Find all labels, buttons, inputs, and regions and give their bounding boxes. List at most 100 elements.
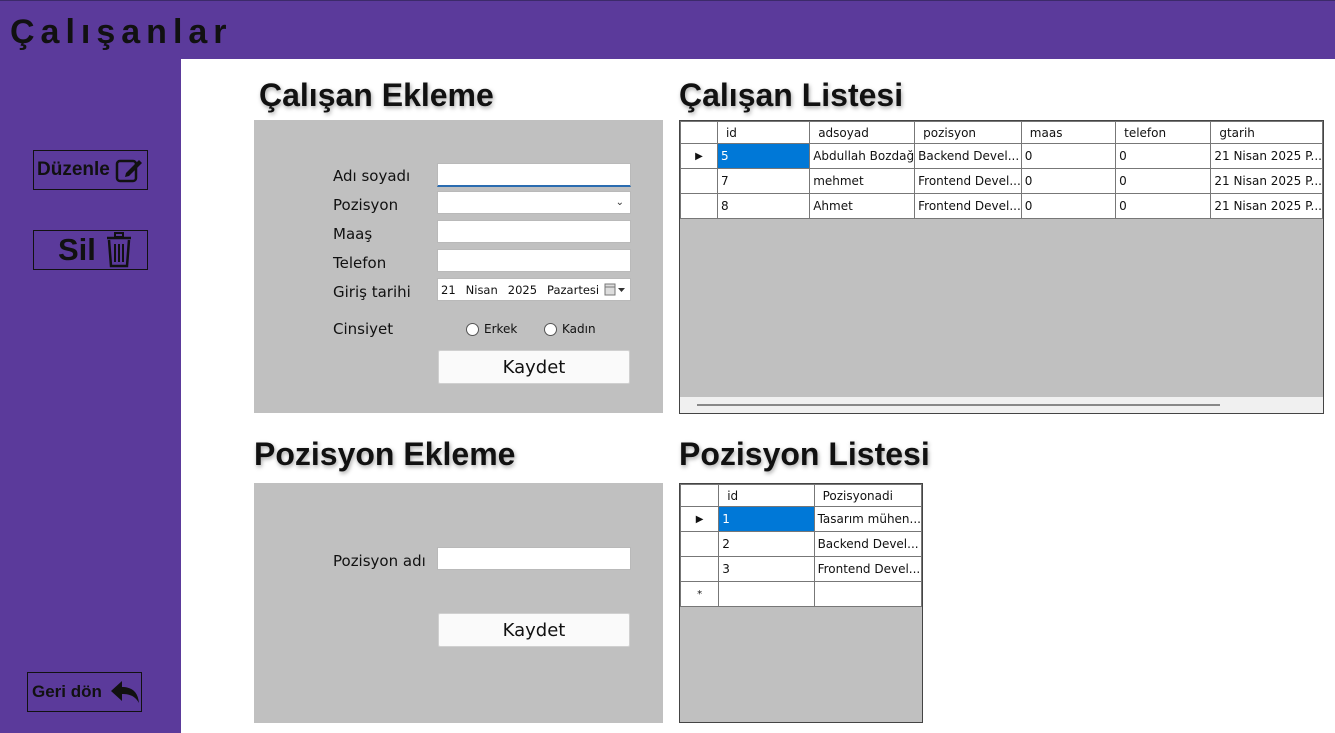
save-employee-button[interactable]: Kaydet <box>438 350 630 384</box>
gender-option-male[interactable]: Erkek <box>466 322 517 336</box>
row-header[interactable] <box>680 556 720 582</box>
edit-button-label: Düzenle <box>37 159 110 180</box>
sidebar: Düzenle Sil Geri dön <box>0 59 181 733</box>
table-cell[interactable]: mehmet <box>809 168 916 194</box>
delete-button[interactable]: Sil <box>33 230 148 270</box>
employee-form-panel: Adı soyadı Pozisyon ⌄ Maaş Telefon Giriş… <box>254 120 663 413</box>
horizontal-scrollbar[interactable] <box>680 397 1323 413</box>
table-cell[interactable]: Frontend Devel... <box>914 193 1022 219</box>
column-header-adsoyad[interactable]: adsoyad <box>809 121 916 144</box>
row-header[interactable] <box>680 193 718 219</box>
table-cell[interactable]: 0 <box>1115 168 1212 194</box>
table-row[interactable]: 8 Ahmet Frontend Devel... 0 0 21 Nisan 2… <box>680 193 1323 219</box>
table-cell[interactable]: Backend Devel... <box>914 143 1022 169</box>
table-cell[interactable]: Frontend Devel... <box>914 168 1022 194</box>
table-cell[interactable]: Frontend Devel... <box>813 556 922 582</box>
female-radio-label: Kadın <box>562 322 596 336</box>
table-cell[interactable]: 5 <box>716 143 811 169</box>
employee-table: id adsoyad pozisyon maas telefon gtarih … <box>680 121 1323 219</box>
table-cell[interactable]: Tasarım mühen... <box>813 506 922 532</box>
table-cell[interactable]: Abdullah Bozdağ <box>809 143 916 169</box>
male-radio[interactable] <box>466 322 479 336</box>
column-header-gtarih[interactable]: gtarih <box>1210 121 1323 144</box>
table-cell[interactable]: 1 <box>718 506 815 532</box>
employee-grid[interactable]: id adsoyad pozisyon maas telefon gtarih … <box>679 120 1324 414</box>
table-cell[interactable]: 3 <box>718 556 815 582</box>
table-cell[interactable]: Ahmet <box>809 193 916 219</box>
table-row[interactable]: ▶ 5 Abdullah Bozdağ Backend Devel... 0 0… <box>680 143 1323 169</box>
male-radio-label: Erkek <box>484 322 518 336</box>
column-header-telefon[interactable]: telefon <box>1115 121 1212 144</box>
row-header-corner <box>680 121 718 144</box>
chevron-down-icon: ⌄ <box>615 197 624 208</box>
start-date-label: Giriş tarihi <box>333 283 411 301</box>
date-month: Nisan <box>465 282 498 297</box>
position-table: id Pozisyonadi ▶ 1 Tasarım mühen... 2 Ba… <box>680 484 922 607</box>
edit-button[interactable]: Düzenle <box>33 150 148 190</box>
edit-icon <box>115 159 142 183</box>
calendar-dropdown-icon[interactable] <box>604 283 626 296</box>
salary-label: Maaş <box>333 225 373 243</box>
back-button[interactable]: Geri dön <box>27 672 142 712</box>
phone-input[interactable] <box>437 249 631 272</box>
name-label: Adı soyadı <box>333 167 411 185</box>
date-weekday: Pazartesi <box>547 282 600 297</box>
column-header-pozisyon[interactable]: pozisyon <box>914 121 1022 144</box>
table-cell[interactable] <box>813 581 922 607</box>
table-cell[interactable] <box>718 581 815 607</box>
position-grid[interactable]: id Pozisyonadi ▶ 1 Tasarım mühen... 2 Ba… <box>679 483 923 723</box>
table-cell[interactable]: Backend Devel... <box>813 531 922 557</box>
table-cell[interactable]: 0 <box>1020 168 1117 194</box>
column-header-id[interactable]: id <box>718 484 815 507</box>
table-cell[interactable]: 0 <box>1020 143 1117 169</box>
gender-label: Cinsiyet <box>333 320 394 338</box>
position-form-title: Pozisyon Ekleme <box>254 436 516 472</box>
table-cell[interactable]: 21 Nisan 2025 P... <box>1210 143 1323 169</box>
phone-label: Telefon <box>333 254 387 272</box>
save-position-button[interactable]: Kaydet <box>438 613 630 647</box>
column-header-maas[interactable]: maas <box>1020 121 1117 144</box>
trash-icon <box>106 232 131 268</box>
table-cell[interactable]: 7 <box>716 168 811 194</box>
window-title: Çalışanlar <box>10 13 233 51</box>
date-year: 2025 <box>507 282 538 297</box>
table-cell[interactable]: 0 <box>1115 193 1212 219</box>
table-row[interactable]: 2 Backend Devel... <box>680 531 922 557</box>
name-input[interactable] <box>437 163 631 187</box>
scrollbar-thumb[interactable] <box>697 404 1220 406</box>
table-row[interactable]: 3 Frontend Devel... <box>680 556 922 582</box>
position-name-label: Pozisyon adı <box>333 552 426 570</box>
salary-input[interactable] <box>437 220 631 243</box>
start-date-picker[interactable]: 21 Nisan 2025 Pazartesi <box>437 278 631 301</box>
title-bar: Çalışanlar <box>0 0 1335 59</box>
delete-button-label: Sil <box>58 232 96 267</box>
position-select[interactable]: ⌄ <box>437 191 631 214</box>
position-name-input[interactable] <box>437 547 631 570</box>
reply-arrow-icon <box>110 681 139 703</box>
row-header[interactable] <box>680 531 720 557</box>
table-cell[interactable]: 21 Nisan 2025 P... <box>1210 193 1323 219</box>
table-cell[interactable]: 21 Nisan 2025 P... <box>1210 168 1323 194</box>
position-table-header: id Pozisyonadi <box>680 484 922 507</box>
new-row-marker: * <box>680 581 720 607</box>
column-header-pozisyonadi[interactable]: Pozisyonadi <box>813 484 922 507</box>
female-radio[interactable] <box>544 322 557 336</box>
gender-option-female[interactable]: Kadın <box>544 322 596 336</box>
column-header-id[interactable]: id <box>716 121 811 144</box>
table-row[interactable]: ▶ 1 Tasarım mühen... <box>680 506 922 532</box>
row-header-corner <box>680 484 720 507</box>
row-header[interactable] <box>680 168 718 194</box>
back-button-label: Geri dön <box>32 682 102 701</box>
table-row[interactable]: 7 mehmet Frontend Devel... 0 0 21 Nisan … <box>680 168 1323 194</box>
table-cell[interactable]: 2 <box>718 531 815 557</box>
current-row-arrow-icon: ▶ <box>680 143 718 169</box>
employee-form-title: Çalışan Ekleme <box>259 77 494 113</box>
table-cell[interactable]: 8 <box>716 193 811 219</box>
employee-list-title: Çalışan Listesi <box>679 77 904 113</box>
table-cell[interactable]: 0 <box>1020 193 1117 219</box>
position-label: Pozisyon <box>333 196 399 214</box>
table-cell[interactable]: 0 <box>1115 143 1212 169</box>
position-list-title: Pozisyon Listesi <box>679 436 930 472</box>
current-row-arrow-icon: ▶ <box>680 506 720 532</box>
new-row[interactable]: * <box>680 581 922 607</box>
